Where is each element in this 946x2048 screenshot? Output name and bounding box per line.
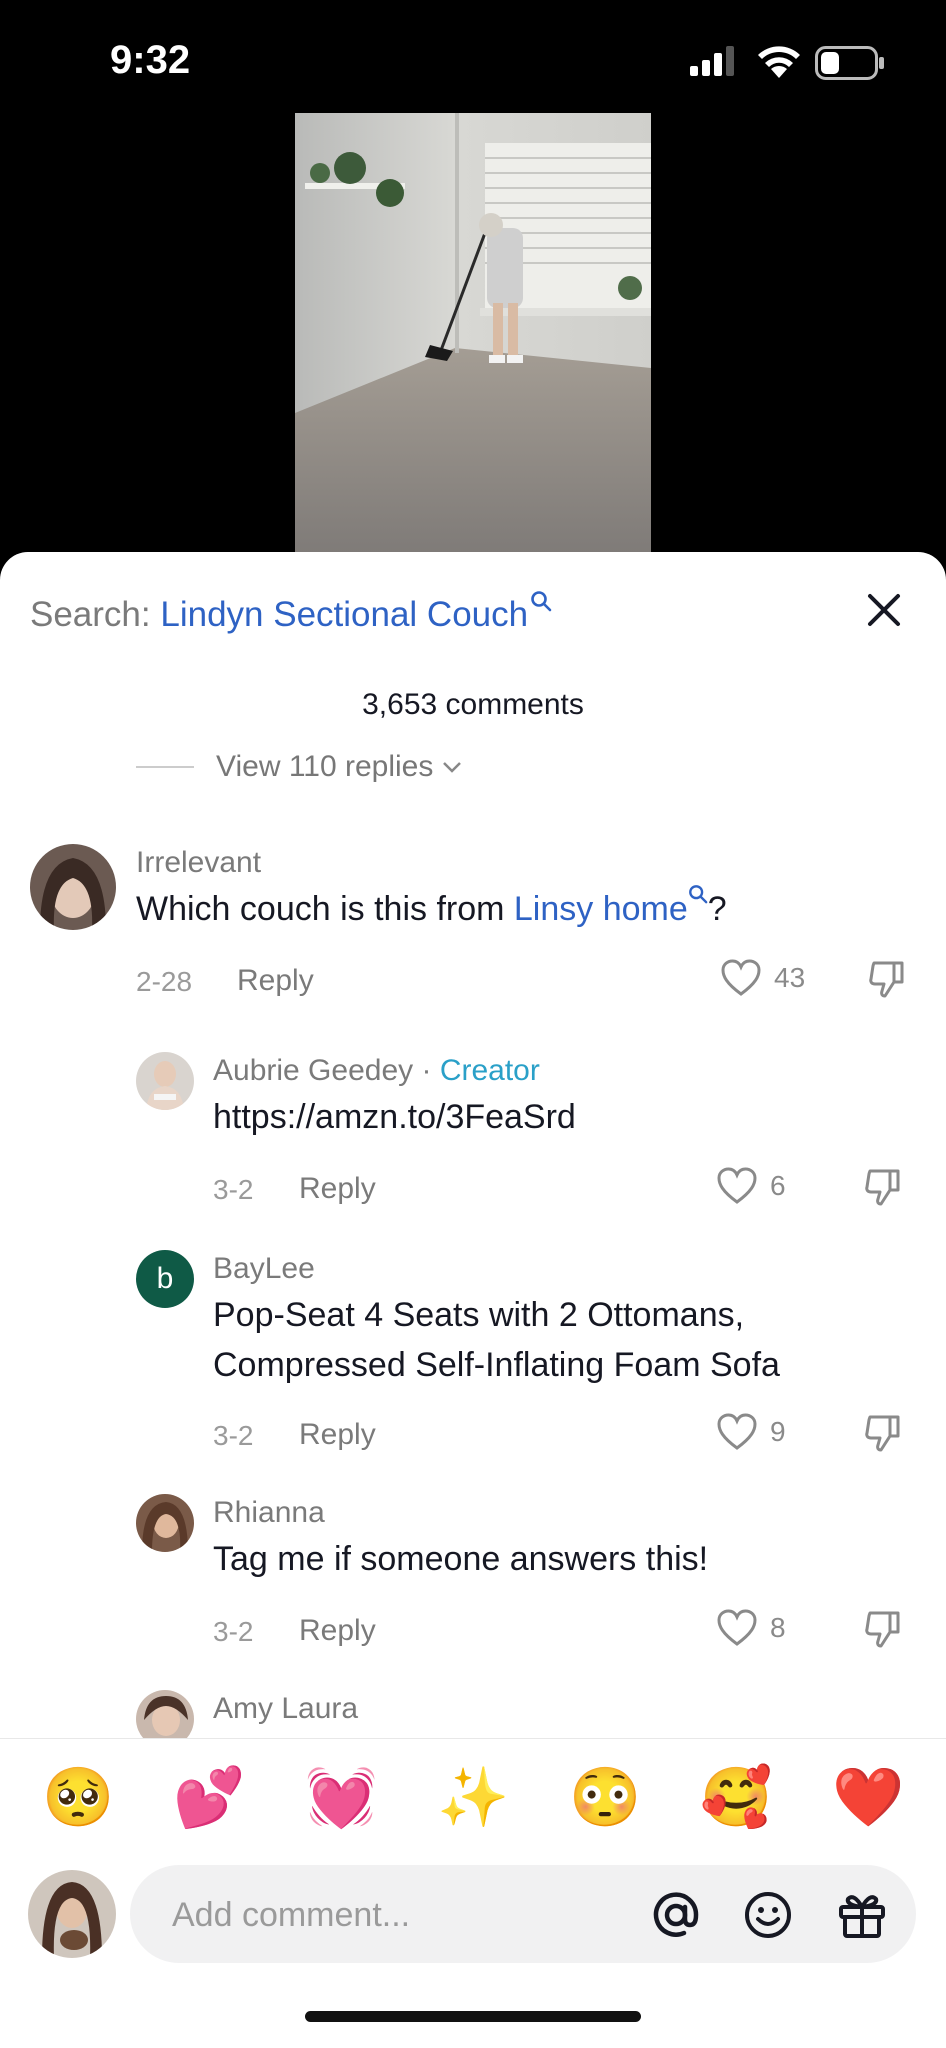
home-indicator[interactable] (305, 2011, 641, 2022)
mention-icon[interactable] (650, 1889, 702, 1941)
comment-text-line: Pop-Seat 4 Seats with 2 Ottomans, (213, 1296, 745, 1334)
avatar[interactable]: b (136, 1250, 194, 1308)
heart-icon (717, 1609, 757, 1646)
avatar-letter: b (156, 1262, 174, 1295)
comment-input-box[interactable] (130, 1865, 916, 1965)
comment-username[interactable]: Irrelevant (136, 846, 261, 880)
my-avatar (28, 1870, 116, 1958)
emoji-two-hearts[interactable]: 💕 (173, 1769, 245, 1827)
comment-text[interactable]: https://amzn.to/3FeaSrd (213, 1092, 576, 1142)
comment-date: 3-2 (213, 1616, 254, 1647)
cellular-signal-icon (690, 46, 734, 76)
comment-username[interactable]: Rhianna (213, 1496, 325, 1530)
creator-badge: Creator (439, 1054, 540, 1087)
reply-button[interactable]: Reply (299, 1172, 376, 1206)
comment-text: Tag me if someone answers this! (213, 1540, 709, 1578)
heart-icon (717, 1167, 757, 1204)
heart-icon (717, 1413, 757, 1450)
comment-text-part: ? (707, 890, 727, 928)
emoji-smiling-hearts[interactable]: 🥰 (700, 1769, 772, 1827)
comment-search-link[interactable]: Linsy home (514, 890, 688, 928)
comment-item: Amy Laura (0, 1690, 946, 1738)
username-text: Aubrie Geedey (213, 1054, 414, 1087)
search-icon (531, 591, 552, 612)
comment-text-line: Compressed Self-Inflating Foam Sofa (213, 1346, 780, 1384)
comment-date: 3-2 (213, 1420, 254, 1451)
emoji-red-heart[interactable]: ❤️ (832, 1769, 904, 1827)
like-count: 6 (770, 1170, 786, 1201)
emoji-pleading[interactable]: 🥺 (42, 1769, 114, 1827)
like-count: 8 (770, 1612, 786, 1643)
emoji-icon[interactable] (742, 1889, 794, 1941)
search-prefix: Search: (30, 595, 151, 634)
search-icon (688, 885, 708, 904)
comment-date: 2-28 (136, 966, 193, 997)
reply-button[interactable]: Reply (299, 1614, 376, 1648)
battery-icon (815, 46, 884, 80)
comment-date: 3-2 (213, 1174, 254, 1205)
avatar[interactable] (30, 844, 116, 930)
status-bar: 9:32 (0, 0, 946, 125)
like-count: 43 (774, 962, 806, 993)
reply-button[interactable]: Reply (299, 1418, 376, 1452)
close-icon[interactable] (862, 588, 906, 632)
chevron-down-icon (443, 762, 462, 773)
divider-line (136, 766, 194, 768)
view-replies-label: View 110 replies (216, 750, 434, 783)
emoji-sparkles[interactable]: ✨ (437, 1769, 509, 1827)
emoji-quick-bar: 🥺 💕 💓 ✨ 😳 🥰 ❤️ (0, 1738, 946, 1859)
comment-text-part: Which couch is this from (136, 890, 514, 928)
dislike-icon[interactable] (862, 1608, 904, 1650)
avatar[interactable] (136, 1690, 194, 1738)
comment-text: Pop-Seat 4 Seats with 2 Ottomans, Compre… (213, 1290, 780, 1390)
like-button[interactable]: 8 (716, 1608, 786, 1648)
avatar[interactable] (136, 1494, 194, 1552)
emoji-beating-heart[interactable]: 💓 (305, 1769, 377, 1827)
search-suggestion[interactable]: Search: Lindyn Sectional Couch (30, 590, 552, 635)
heart-icon (721, 959, 761, 996)
like-count: 9 (770, 1416, 786, 1447)
comment-username[interactable]: Amy Laura (213, 1692, 358, 1726)
view-replies-button[interactable]: View 110 replies (136, 750, 465, 784)
video-frame (295, 113, 651, 553)
comment-username[interactable]: BayLee (213, 1252, 315, 1286)
dislike-icon[interactable] (862, 1412, 904, 1454)
gift-icon[interactable] (836, 1889, 888, 1941)
add-comment-input[interactable] (170, 1865, 614, 1965)
video-player[interactable] (295, 113, 651, 553)
dislike-icon[interactable] (866, 958, 908, 1000)
wifi-icon (758, 46, 800, 78)
reply-button[interactable]: Reply (237, 964, 314, 998)
dislike-icon[interactable] (862, 1166, 904, 1208)
like-button[interactable]: 6 (716, 1166, 786, 1206)
comment-username[interactable]: Aubrie Geedey · Creator (213, 1054, 540, 1088)
like-button[interactable]: 9 (716, 1412, 786, 1452)
search-query-link[interactable]: Lindyn Sectional Couch (160, 595, 528, 634)
like-button[interactable]: 43 (720, 958, 805, 998)
avatar[interactable] (136, 1052, 194, 1110)
separator-dot: · (413, 1054, 440, 1087)
comment-text: Which couch is this from Linsy home? (136, 884, 727, 934)
status-time: 9:32 (110, 38, 191, 82)
emoji-flushed[interactable]: 😳 (569, 1769, 641, 1827)
comments-count: 3,653 comments (362, 688, 584, 721)
